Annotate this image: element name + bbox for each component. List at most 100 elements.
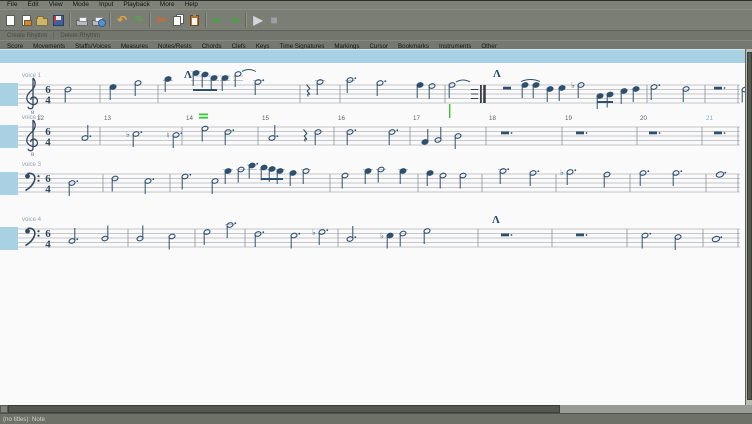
accidental[interactable]: ♭: [571, 81, 575, 90]
open-folder-button[interactable]: [34, 11, 50, 29]
time-signature[interactable]: 64: [45, 228, 51, 251]
note-event[interactable]: [209, 75, 219, 91]
score-svg[interactable]: voice 1864ΛΛ♭voice 28641213♭♮14151617181…: [0, 49, 745, 405]
note-event[interactable]: [454, 133, 461, 149]
note-event[interactable]: [341, 172, 348, 188]
print-button[interactable]: [74, 11, 90, 29]
accidental[interactable]: ♮: [167, 131, 170, 140]
note-event[interactable]: [521, 82, 528, 98]
note-event[interactable]: [301, 168, 311, 184]
go-forward-button[interactable]: ⇥: [226, 11, 242, 29]
note-event[interactable]: [134, 80, 141, 96]
menu-playback[interactable]: Playback: [118, 1, 154, 9]
vertical-scrollbar[interactable]: [745, 49, 752, 405]
menu-help[interactable]: Help: [180, 1, 203, 9]
note-event[interactable]: [223, 168, 233, 184]
whole-measure-rest[interactable]: [576, 234, 587, 237]
note-event[interactable]: [363, 168, 373, 184]
note-event[interactable]: [712, 235, 723, 242]
note-event[interactable]: [111, 175, 118, 191]
note-event[interactable]: [386, 232, 393, 248]
note-event[interactable]: [144, 178, 154, 194]
note-event[interactable]: [448, 82, 455, 98]
undo-button[interactable]: ↶: [114, 11, 130, 29]
note-event[interactable]: [172, 132, 182, 148]
go-back-button[interactable]: ⇤: [210, 11, 226, 29]
note-event[interactable]: [346, 226, 356, 242]
horizontal-scrollbar[interactable]: [0, 405, 752, 413]
section-mark[interactable]: Λ: [184, 69, 192, 81]
open-button[interactable]: [18, 11, 34, 29]
menu-more[interactable]: More: [155, 1, 180, 9]
section-mark[interactable]: Λ: [493, 68, 501, 80]
menu-mode[interactable]: Mode: [68, 1, 94, 9]
note-event[interactable]: [529, 170, 539, 186]
note-event[interactable]: [596, 93, 603, 109]
accidental[interactable]: ♭: [560, 168, 564, 177]
bass-clef-icon[interactable]: [25, 228, 40, 245]
note-event[interactable]: [398, 168, 408, 184]
time-signature[interactable]: 64: [45, 84, 51, 107]
note-event[interactable]: [716, 171, 727, 178]
note-event[interactable]: [650, 84, 660, 100]
delete-rhythm-button[interactable]: Delete Rhythm: [56, 33, 104, 39]
note-event[interactable]: [236, 166, 246, 182]
staff-tab[interactable]: [0, 125, 18, 148]
note-event[interactable]: [225, 222, 236, 238]
note-event[interactable]: [674, 234, 681, 250]
accidental[interactable]: ♭: [380, 231, 384, 240]
staff-tab[interactable]: [0, 227, 18, 250]
whole-measure-rest[interactable]: [714, 132, 725, 135]
create-rhythm-button[interactable]: Create Rhythm: [3, 33, 51, 39]
note-event[interactable]: [81, 125, 91, 141]
save-button[interactable]: [50, 11, 66, 29]
note-event[interactable]: [132, 131, 142, 147]
note-event[interactable]: [577, 82, 584, 98]
whole-measure-rest[interactable]: [576, 132, 587, 135]
note-event[interactable]: [672, 170, 682, 186]
stop-button[interactable]: ■: [266, 11, 282, 29]
note-event[interactable]: [233, 71, 243, 87]
new-button[interactable]: [2, 11, 18, 29]
note-event[interactable]: [253, 79, 264, 95]
quarter-rest[interactable]: [307, 85, 311, 97]
note-event[interactable]: [68, 180, 78, 196]
note-event[interactable]: [606, 91, 613, 107]
menu-view[interactable]: View: [44, 1, 68, 9]
paste-button[interactable]: [186, 11, 202, 29]
note-event[interactable]: [289, 170, 296, 186]
print-preview-button[interactable]: [90, 11, 106, 29]
score-area[interactable]: voice 1864ΛΛ♭voice 28641213♭♮14151617181…: [0, 49, 745, 405]
time-signature[interactable]: 64: [45, 126, 51, 149]
score-canvas[interactable]: voice 1864ΛΛ♭voice 28641213♭♮14151617181…: [0, 49, 745, 405]
horizontal-scrollbar-button[interactable]: [0, 405, 8, 413]
note-event[interactable]: [423, 228, 430, 244]
note-event[interactable]: [439, 172, 446, 188]
note-event[interactable]: [290, 232, 300, 248]
note-event[interactable]: [220, 75, 230, 91]
note-event[interactable]: [620, 88, 627, 104]
copy-button[interactable]: [170, 11, 186, 29]
note-event[interactable]: [275, 168, 285, 184]
staff-tab[interactable]: [0, 172, 18, 195]
section-mark[interactable]: Λ: [492, 214, 500, 226]
play-button[interactable]: ▶: [250, 11, 266, 29]
note-event[interactable]: [532, 82, 539, 98]
vertical-scrollbar-thumb[interactable]: [747, 52, 752, 400]
note-event[interactable]: [181, 173, 191, 189]
whole-measure-rest[interactable]: [501, 132, 512, 135]
time-signature[interactable]: 64: [45, 173, 51, 196]
accidental[interactable]: ♭: [312, 228, 316, 237]
note-event[interactable]: [426, 170, 433, 186]
note-event[interactable]: [639, 170, 649, 186]
staff-tab[interactable]: [0, 83, 18, 106]
note-event[interactable]: [201, 125, 208, 141]
note-event[interactable]: [268, 125, 278, 141]
treble-clef-icon[interactable]: 8: [27, 120, 38, 158]
note-event[interactable]: [109, 84, 116, 100]
cut-button[interactable]: ✂: [154, 11, 170, 29]
note-event[interactable]: [459, 172, 466, 188]
note-event[interactable]: [498, 168, 509, 184]
redo-button[interactable]: ↷: [130, 11, 146, 29]
note-event[interactable]: [566, 169, 576, 185]
